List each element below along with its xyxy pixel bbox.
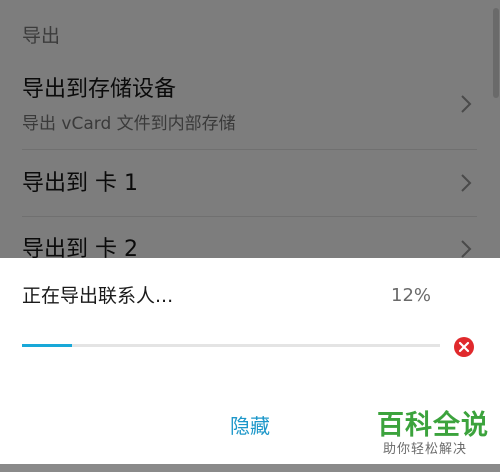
chevron-right-icon (461, 95, 472, 113)
progress-percent: 12% (391, 285, 432, 306)
progress-bar-fill (22, 344, 73, 347)
export-to-card-1-item[interactable]: 导出到 卡 1 (0, 150, 488, 216)
export-to-card-1-title: 导出到 卡 1 (22, 171, 138, 196)
progress-bar (22, 344, 440, 347)
chevron-right-icon (461, 174, 472, 192)
watermark-subtitle: 助你轻松解决 (383, 442, 468, 457)
navigation-strip (0, 464, 500, 472)
export-to-card-2-title: 导出到 卡 2 (22, 237, 138, 258)
export-to-storage-item[interactable]: 导出到存储设备 导出 vCard 文件到内部存储 (0, 68, 488, 148)
chevron-right-icon (461, 240, 472, 258)
cancel-circle-icon[interactable] (453, 336, 475, 358)
export-to-card-2-item[interactable]: 导出到 卡 2 (0, 217, 488, 258)
export-to-storage-title: 导出到存储设备 (22, 77, 177, 102)
scrollbar[interactable] (493, 8, 499, 98)
watermark-title: 百科全说 (377, 410, 489, 441)
watermark-logo: 百科全说 助你轻松解决 (372, 409, 490, 463)
section-header-export: 导出 (22, 25, 61, 47)
dialog-message: 正在导出联系人... (22, 285, 174, 307)
hide-button[interactable]: 隐藏 (205, 406, 295, 446)
export-to-storage-subtitle: 导出 vCard 文件到内部存储 (22, 114, 236, 134)
